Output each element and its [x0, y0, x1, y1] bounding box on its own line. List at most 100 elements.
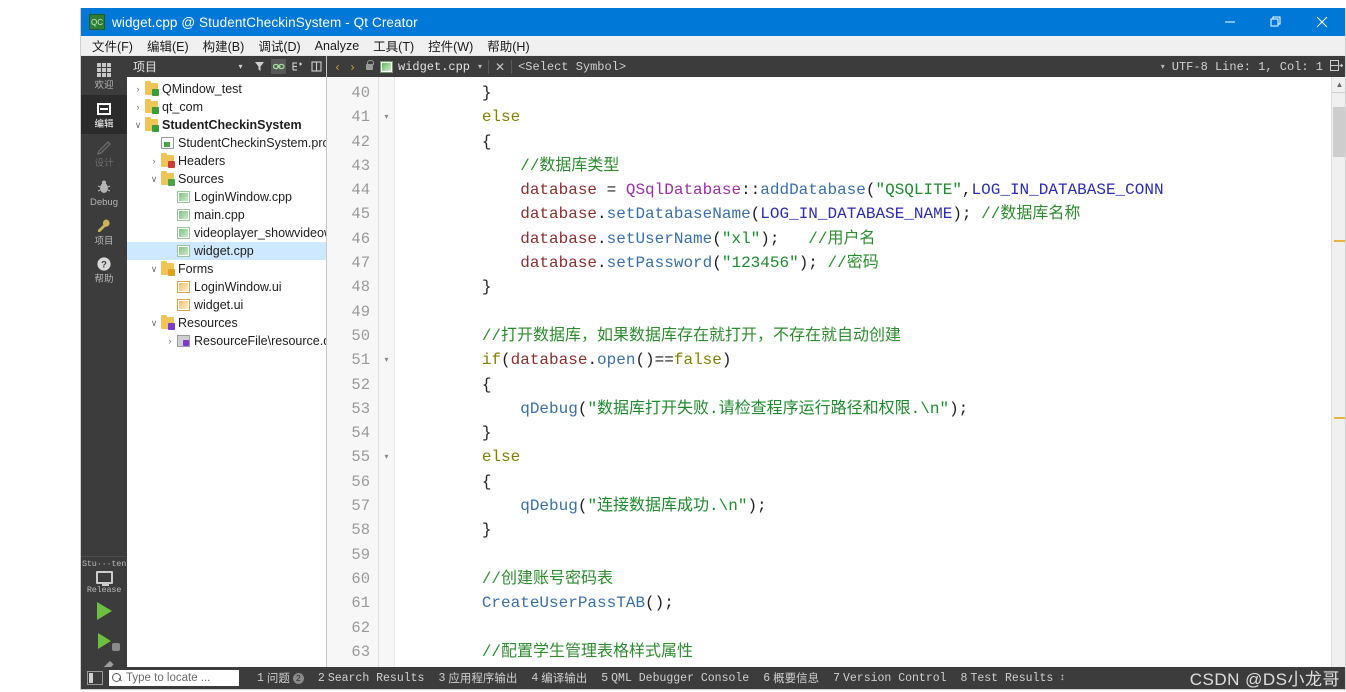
code-text[interactable]: } else { //数据库类型 database = QSqlDatabase…: [395, 77, 1331, 675]
tree-item-resources[interactable]: ∨ Resources: [127, 314, 326, 332]
code-line[interactable]: [405, 300, 1331, 324]
code-line[interactable]: {: [405, 373, 1331, 397]
tree-item-main.cpp[interactable]: main.cpp: [127, 206, 326, 224]
code-line[interactable]: }: [405, 275, 1331, 299]
output-pane-5[interactable]: 5 QML Debugger Console: [601, 672, 749, 685]
tree-expander-icon[interactable]: ∨: [147, 314, 161, 332]
vscroll-up-arrow-icon[interactable]: ▲: [1332, 77, 1345, 93]
output-pane-3[interactable]: 3 应用程序输出: [438, 670, 517, 686]
code-line[interactable]: //创建账号密码表: [405, 567, 1331, 591]
tree-item-qt-com[interactable]: › qt_com: [127, 98, 326, 116]
tree-expander-icon[interactable]: ›: [147, 152, 161, 170]
code-line[interactable]: else: [405, 105, 1331, 129]
output-pane-7[interactable]: 7 Version Control: [833, 672, 946, 685]
kit-selector[interactable]: Stu···ten Release: [81, 556, 127, 596]
split-editor-icon[interactable]: [1330, 59, 1344, 74]
output-pane-updown-icon[interactable]: ↕: [1059, 673, 1065, 684]
tree-expander-icon[interactable]: ∨: [131, 116, 145, 134]
mode-projects[interactable]: 项目: [81, 212, 127, 251]
close-button[interactable]: [1299, 8, 1345, 36]
tree-expander-icon[interactable]: ›: [131, 80, 145, 98]
editor-vscrollbar[interactable]: ▲: [1331, 77, 1345, 675]
tree-item-forms[interactable]: ∨ Forms: [127, 260, 326, 278]
menu-window[interactable]: 控件(W): [421, 34, 480, 57]
code-line[interactable]: //数据库类型: [405, 154, 1331, 178]
menu-debug[interactable]: 调试(D): [251, 34, 307, 57]
maximize-restore-button[interactable]: [1253, 8, 1299, 36]
output-pane-4[interactable]: 4 编译输出: [531, 670, 587, 686]
vscroll-thumb[interactable]: [1333, 107, 1345, 157]
mode-welcome[interactable]: 欢迎: [81, 56, 127, 95]
menu-analyze[interactable]: Analyze: [308, 37, 366, 55]
mode-design[interactable]: 设计: [81, 134, 127, 173]
minimize-button[interactable]: [1207, 8, 1253, 36]
close-document-button[interactable]: ✕: [495, 60, 505, 74]
filter-icon[interactable]: [252, 59, 267, 74]
navigate-back-button[interactable]: ‹: [330, 60, 345, 74]
output-pane-2[interactable]: 2 Search Results: [318, 672, 425, 685]
tree-expander-icon[interactable]: ›: [131, 98, 145, 116]
split-icon[interactable]: [309, 59, 324, 74]
fold-marker-icon[interactable]: ▾: [379, 445, 394, 469]
output-pane-8[interactable]: 8 Test Results: [961, 672, 1054, 685]
tree-item-widget.ui[interactable]: widget.ui: [127, 296, 326, 314]
mode-edit[interactable]: 编辑: [81, 94, 127, 134]
run-button[interactable]: [84, 596, 124, 626]
mode-help[interactable]: ? 帮助: [81, 250, 127, 289]
tree-item-studentcheckinsystem[interactable]: ∨ StudentCheckinSystem: [127, 116, 326, 134]
mode-debug[interactable]: Debug: [81, 173, 127, 212]
code-line[interactable]: database.setDatabaseName(LOG_IN_DATABASE…: [405, 202, 1331, 226]
tree-item-widget.cpp[interactable]: widget.cpp: [127, 242, 326, 260]
tree-item-loginwindow.cpp[interactable]: LoginWindow.cpp: [127, 188, 326, 206]
code-line[interactable]: else: [405, 445, 1331, 469]
tree-item-headers[interactable]: › Headers: [127, 152, 326, 170]
code-line[interactable]: }: [405, 518, 1331, 542]
output-pane-1[interactable]: 1 问题 2: [257, 670, 304, 686]
code-line[interactable]: qDebug("连接数据库成功.\n");: [405, 494, 1331, 518]
tree-item-loginwindow.ui[interactable]: LoginWindow.ui: [127, 278, 326, 296]
menu-tools[interactable]: 工具(T): [366, 34, 421, 57]
code-line[interactable]: CreateUserPassTAB();: [405, 591, 1331, 615]
code-line[interactable]: if(database.open()==false): [405, 348, 1331, 372]
panel-combo-arrow-icon[interactable]: ▾: [233, 59, 248, 74]
code-line[interactable]: {: [405, 130, 1331, 154]
tree-item-qmindow-test[interactable]: › QMindow_test: [127, 80, 326, 98]
output-pane-6[interactable]: 6 概要信息: [763, 670, 819, 686]
fold-marker-icon[interactable]: ▾: [379, 105, 394, 129]
tree-expander-icon[interactable]: ∨: [147, 260, 161, 278]
link-sync-icon[interactable]: [271, 59, 286, 74]
tree-expander-icon[interactable]: ∨: [147, 170, 161, 188]
symbol-selector[interactable]: <Select Symbol>: [518, 60, 626, 74]
menu-file[interactable]: 文件(F): [85, 34, 140, 57]
open-file-name[interactable]: widget.cpp: [398, 60, 470, 74]
file-dropdown-arrow-icon[interactable]: ▾: [478, 62, 482, 71]
start-debugging-button[interactable]: [84, 626, 124, 656]
locator-input[interactable]: Type to locate ...: [109, 670, 239, 686]
expand-tree-icon[interactable]: [290, 59, 305, 74]
fold-marker-icon[interactable]: ▾: [379, 348, 394, 372]
code-line[interactable]: qDebug("数据库打开失败.请检查程序运行路径和权限.\n");: [405, 397, 1331, 421]
lock-icon[interactable]: [362, 59, 376, 70]
code-line[interactable]: [405, 543, 1331, 567]
encoding-and-cursor-position[interactable]: UTF-8 Line: 1, Col: 1: [1172, 60, 1323, 74]
menu-build[interactable]: 构建(B): [196, 34, 252, 57]
symbol-dropdown-arrow-icon[interactable]: ▾: [1161, 62, 1165, 71]
code-line[interactable]: database = QSqlDatabase::addDatabase("QS…: [405, 178, 1331, 202]
tree-item-resourcefile-resource.qrc[interactable]: › ResourceFile\resource.qrc: [127, 332, 327, 350]
code-line[interactable]: }: [405, 421, 1331, 445]
code-line[interactable]: database.setPassword("123456"); //密码: [405, 251, 1331, 275]
code-line[interactable]: database.setUserName("xl"); //用户名: [405, 227, 1331, 251]
tree-item-studentcheckinsystem.pro[interactable]: StudentCheckinSystem.pro: [127, 134, 326, 152]
code-line[interactable]: {: [405, 470, 1331, 494]
navigate-forward-button[interactable]: ›: [345, 60, 360, 74]
menu-edit[interactable]: 编辑(E): [140, 34, 196, 57]
code-line[interactable]: [405, 616, 1331, 640]
menu-help[interactable]: 帮助(H): [480, 34, 536, 57]
code-line[interactable]: //打开数据库，如果数据库存在就打开，不存在就自动创建: [405, 324, 1331, 348]
code-viewport[interactable]: 40 41 42 43 44 45 46 47 48 49 50 51 52 53 54 55 56 57 58 59…: [327, 77, 1331, 675]
code-line[interactable]: }: [405, 81, 1331, 105]
tree-expander-icon[interactable]: ›: [163, 332, 177, 350]
code-folding-column[interactable]: ▾ ▾ ▾: [379, 77, 395, 675]
toggle-sidebar-icon[interactable]: [87, 671, 103, 685]
tree-item-videoplayer-showvideow[interactable]: videoplayer_showvideow: [127, 224, 326, 242]
